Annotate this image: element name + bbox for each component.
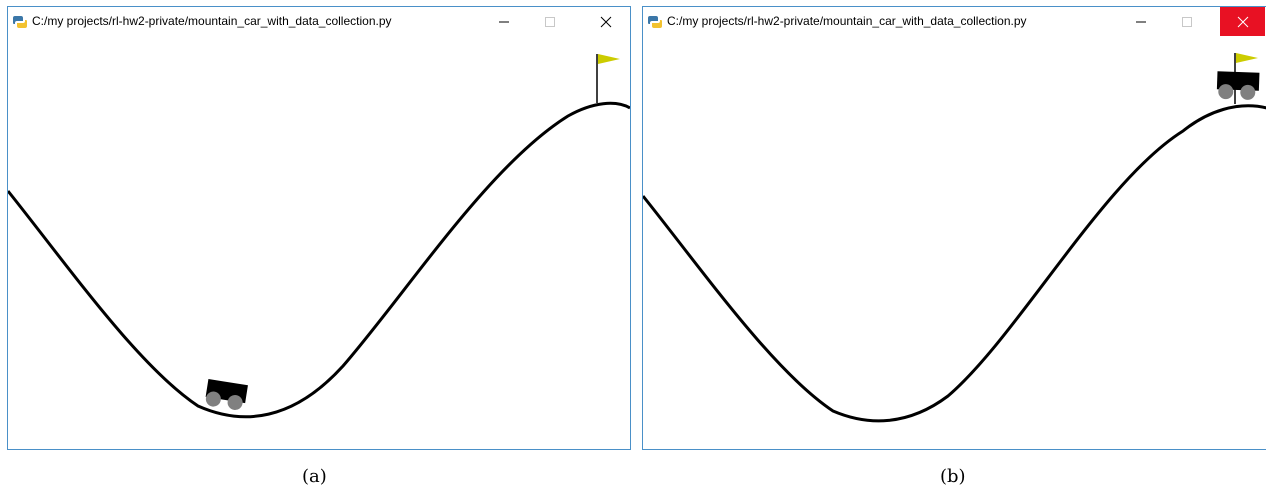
minimize-button[interactable] bbox=[481, 7, 526, 36]
maximize-button[interactable] bbox=[1164, 7, 1209, 36]
title-bar[interactable]: C:/my projects/rl-hw2-private/mountain_c… bbox=[8, 7, 630, 36]
track-curve bbox=[8, 101, 630, 419]
minimize-icon bbox=[498, 21, 509, 22]
mountain-car-scene bbox=[8, 54, 630, 419]
caption-b: (b) bbox=[940, 466, 966, 487]
close-icon bbox=[600, 16, 611, 27]
game-window-b: C:/my projects/rl-hw2-private/mountain_c… bbox=[642, 6, 1266, 450]
python-icon bbox=[647, 14, 663, 30]
car bbox=[205, 379, 248, 411]
close-button[interactable] bbox=[583, 7, 628, 36]
close-button[interactable] bbox=[1220, 7, 1265, 36]
window-title: C:/my projects/rl-hw2-private/mountain_c… bbox=[667, 14, 1027, 28]
window-title: C:/my projects/rl-hw2-private/mountain_c… bbox=[32, 14, 392, 28]
title-bar[interactable]: C:/my projects/rl-hw2-private/mountain_c… bbox=[643, 7, 1266, 36]
close-icon bbox=[1237, 16, 1248, 27]
mountain-car-scene bbox=[643, 53, 1266, 423]
minimize-icon bbox=[1135, 21, 1146, 22]
caption-a: (a) bbox=[302, 466, 327, 487]
car bbox=[1216, 71, 1260, 100]
maximize-icon bbox=[1181, 16, 1192, 27]
flag bbox=[596, 54, 620, 103]
maximize-button[interactable] bbox=[527, 7, 572, 36]
game-window-a: C:/my projects/rl-hw2-private/mountain_c… bbox=[7, 6, 631, 450]
track-curve bbox=[643, 104, 1266, 423]
maximize-icon bbox=[544, 16, 555, 27]
python-icon bbox=[12, 14, 28, 30]
minimize-button[interactable] bbox=[1118, 7, 1163, 36]
